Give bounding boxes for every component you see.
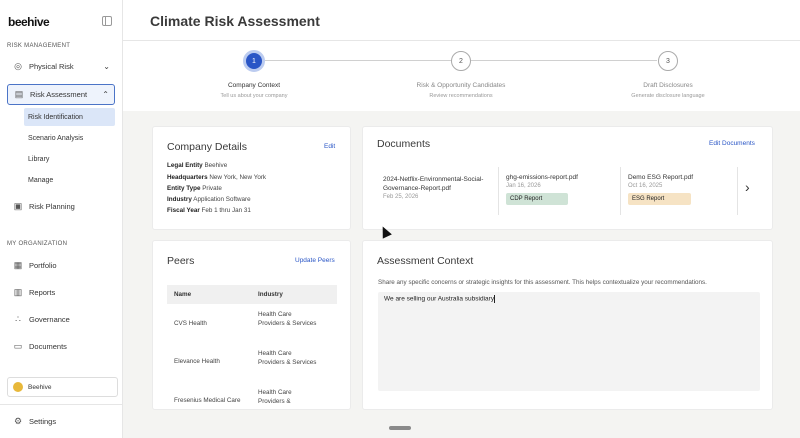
assessment-context-card: Assessment Context Share any specific co… xyxy=(362,240,773,410)
globe-icon: ◎ xyxy=(14,61,22,71)
step-3-circle[interactable]: 3 xyxy=(658,51,678,71)
edit-documents-link[interactable]: Edit Documents xyxy=(709,140,755,147)
peers-card: Peers Update Peers Name Industry CVS Hea… xyxy=(152,240,351,410)
beehive-logo[interactable]: beehive xyxy=(8,15,50,29)
section-label-my-organization: MY ORGANIZATION xyxy=(7,241,68,247)
org-name: Beehive xyxy=(28,383,52,391)
peer-name: CVS Health xyxy=(174,320,207,327)
step-connector xyxy=(265,60,451,61)
sidebar-item-label: Documents xyxy=(29,342,67,351)
peer-name: Fresenius Medical Care xyxy=(174,397,241,404)
peer-industry: Health Care Providers & Services xyxy=(258,350,317,366)
bottom-area xyxy=(123,410,800,438)
sidebar-item-label: Governance xyxy=(29,315,70,324)
step-1-title: Company Context xyxy=(227,82,281,89)
document-item[interactable]: Demo ESG Report.pdf xyxy=(628,173,738,182)
peer-name: Elevance Health xyxy=(174,358,220,365)
document-date: Jan 16, 2026 xyxy=(506,183,541,189)
peers-table-header: Name Industry xyxy=(167,285,337,304)
document-tag-esg: ESG Report xyxy=(628,193,691,205)
sidebar-item-label: Risk Planning xyxy=(29,202,75,211)
text-caret xyxy=(494,295,496,303)
column-header-industry: Industry xyxy=(258,291,283,298)
document-separator xyxy=(737,167,738,215)
assessment-context-value: We are selling our Australia subsidiary xyxy=(384,295,496,303)
column-header-name: Name xyxy=(174,291,192,298)
sidebar-item-governance[interactable]: ∴ Governance xyxy=(7,309,115,330)
sidebar-item-documents[interactable]: ▭ Documents xyxy=(7,336,115,357)
assessment-context-description: Share any specific concerns or strategic… xyxy=(378,279,707,286)
subitem-manage[interactable]: Manage xyxy=(24,171,115,189)
sidebar-divider xyxy=(0,404,122,405)
document-separator xyxy=(620,167,621,215)
chevron-down-icon: ⌄ xyxy=(103,62,110,71)
page-header: Climate Risk Assessment xyxy=(123,0,800,41)
step-3-subtitle: Generate disclosure language xyxy=(631,93,705,99)
planning-icon: ▣ xyxy=(13,201,23,211)
detail-row: Fiscal Year Feb 1 thru Jan 31 xyxy=(167,207,251,214)
sidebar-item-physical-risk[interactable]: ◎ Physical Risk ⌄ xyxy=(7,56,115,77)
update-peers-link[interactable]: Update Peers xyxy=(295,257,335,264)
chevron-up-icon: ⌃ xyxy=(102,90,109,99)
document-item[interactable]: 2024-Netflix-Environmental-Social-Govern… xyxy=(383,175,495,193)
assessment-context-textarea[interactable]: We are selling our Australia subsidiary xyxy=(378,292,760,391)
chevron-right-icon[interactable]: › xyxy=(745,179,750,195)
step-connector xyxy=(471,60,657,61)
sidebar-item-portfolio[interactable]: ▦ Portfolio xyxy=(7,255,115,276)
step-2-circle[interactable]: 2 xyxy=(451,51,471,71)
assessment-context-title: Assessment Context xyxy=(377,255,474,267)
scroll-handle[interactable] xyxy=(389,426,411,430)
subitem-library[interactable]: Library xyxy=(24,150,115,168)
subitem-scenario-analysis[interactable]: Scenario Analysis xyxy=(24,129,115,147)
company-details-title: Company Details xyxy=(167,141,247,153)
sidebar-item-label: Reports xyxy=(29,288,56,297)
detail-row: Industry Application Software xyxy=(167,196,251,203)
document-item[interactable]: ghg-emissions-report.pdf xyxy=(506,173,616,182)
document-date: Oct 16, 2025 xyxy=(628,183,663,189)
sidebar-item-label: Settings xyxy=(29,417,57,426)
sidebar-item-risk-assessment[interactable]: ▤ Risk Assessment ⌃ xyxy=(7,84,115,105)
documents-title: Documents xyxy=(377,138,431,150)
step-1-circle[interactable]: 1 xyxy=(243,50,265,72)
building-icon: ▦ xyxy=(13,260,23,270)
detail-row: Headquarters New York, New York xyxy=(167,174,267,181)
detail-row: Legal Entity Beehive xyxy=(167,162,228,169)
page-title: Climate Risk Assessment xyxy=(150,13,320,29)
document-tag-cdp: CDP Report xyxy=(506,193,568,205)
sidebar: beehive RISK MANAGEMENT ◎ Physical Risk … xyxy=(0,0,123,438)
gear-icon: ⚙ xyxy=(13,416,23,426)
step-2-subtitle: Review recommendations xyxy=(429,93,493,99)
governance-icon: ∴ xyxy=(15,314,21,324)
peers-title: Peers xyxy=(167,255,195,267)
stepper: 1 Company Context Tell us about your com… xyxy=(123,41,800,111)
document-date: Feb 25, 2026 xyxy=(383,194,419,200)
report-icon: ▥ xyxy=(13,287,23,297)
documents-card: Documents Edit Documents 2024-Netflix-En… xyxy=(362,126,773,230)
step-3-title: Draft Disclosures xyxy=(643,82,693,89)
subitem-risk-identification[interactable]: Risk Identification xyxy=(24,108,115,126)
sidebar-item-reports[interactable]: ▥ Reports xyxy=(7,282,115,303)
company-details-card: Company Details Edit Legal Entity Beehiv… xyxy=(152,126,351,230)
sidebar-item-label: Risk Assessment xyxy=(30,90,88,99)
detail-row: Entity Type Private xyxy=(167,185,222,192)
peer-industry: Health Care Providers & xyxy=(258,389,292,405)
edit-company-link[interactable]: Edit xyxy=(324,143,335,150)
folder-icon: ▭ xyxy=(13,341,23,351)
document-separator xyxy=(498,167,499,215)
step-2-title: Risk & Opportunity Candidates xyxy=(416,82,506,89)
sidebar-item-label: Physical Risk xyxy=(29,62,74,71)
sidebar-item-label: Portfolio xyxy=(29,261,57,270)
sidebar-item-risk-planning[interactable]: ▣ Risk Planning xyxy=(7,196,115,217)
sidebar-item-settings[interactable]: ⚙ Settings xyxy=(7,411,115,432)
clipboard-icon: ▤ xyxy=(14,89,24,99)
peer-industry: Health Care Providers & Services xyxy=(258,311,317,327)
step-1-subtitle: Tell us about your company xyxy=(220,93,288,99)
org-avatar-icon xyxy=(13,382,23,392)
org-switcher[interactable]: Beehive xyxy=(7,377,118,397)
sidebar-collapse-icon[interactable] xyxy=(102,16,112,26)
section-label-risk-management: RISK MANAGEMENT xyxy=(7,43,71,49)
